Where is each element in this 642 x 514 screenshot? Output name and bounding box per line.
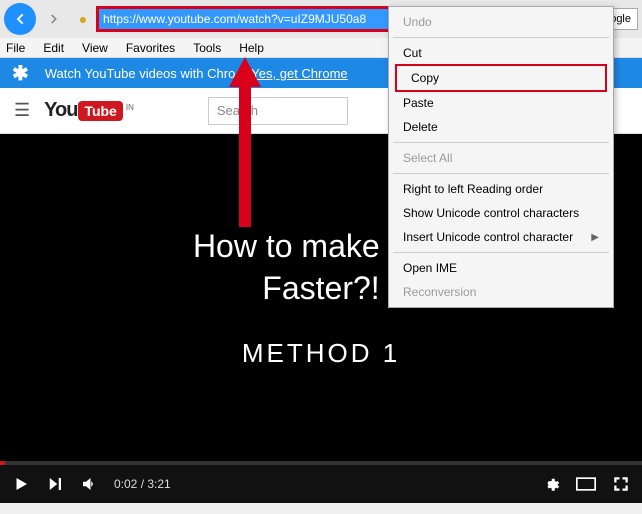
theater-icon[interactable]	[576, 477, 596, 491]
volume-icon[interactable]	[80, 475, 98, 493]
ctx-reconversion: Reconversion	[389, 280, 613, 304]
fullscreen-icon[interactable]	[612, 475, 630, 493]
ctx-cut[interactable]: Cut	[389, 41, 613, 65]
logo-region: IN	[126, 103, 134, 112]
ctx-undo: Undo	[389, 10, 613, 34]
menu-tools[interactable]: Tools	[193, 41, 221, 55]
youtube-logo[interactable]: You Tube IN	[44, 99, 134, 122]
play-icon[interactable]	[12, 475, 30, 493]
asterisk-icon: ✱	[12, 61, 29, 86]
menu-favorites[interactable]: Favorites	[126, 41, 175, 55]
page-favicon: ●	[72, 8, 94, 30]
ctx-select-all: Select All	[389, 146, 613, 170]
menu-edit[interactable]: Edit	[43, 41, 64, 55]
time-display: 0:02 / 3:21	[114, 477, 171, 491]
search-placeholder: Search	[217, 103, 258, 118]
ctx-separator	[393, 37, 609, 38]
menu-file[interactable]: File	[6, 41, 25, 55]
ctx-rtl[interactable]: Right to left Reading order	[389, 177, 613, 201]
progress-fill	[0, 461, 5, 465]
back-button[interactable]	[4, 3, 36, 35]
ctx-open-ime[interactable]: Open IME	[389, 256, 613, 280]
ctx-delete[interactable]: Delete	[389, 115, 613, 139]
submenu-arrow-icon: ▶	[591, 232, 599, 243]
search-input[interactable]: Search	[208, 97, 348, 125]
ctx-separator	[393, 252, 609, 253]
menu-view[interactable]: View	[82, 41, 108, 55]
menu-help[interactable]: Help	[239, 41, 264, 55]
video-progress-bar[interactable]	[0, 461, 642, 465]
context-menu: Undo Cut Copy Paste Delete Select All Ri…	[388, 6, 614, 308]
forward-button[interactable]	[38, 3, 70, 35]
ctx-insert-unicode[interactable]: Insert Unicode control character▶	[389, 225, 613, 249]
next-icon[interactable]	[46, 475, 64, 493]
ctx-paste[interactable]: Paste	[389, 91, 613, 115]
promo-link[interactable]: Yes, get Chrome	[251, 66, 347, 81]
ctx-copy[interactable]: Copy	[395, 64, 607, 92]
hamburger-icon[interactable]: ☰	[14, 100, 30, 121]
settings-icon[interactable]	[542, 475, 560, 493]
logo-tube: Tube	[78, 101, 122, 121]
ctx-show-unicode[interactable]: Show Unicode control characters	[389, 201, 613, 225]
video-controls: 0:02 / 3:21	[0, 465, 642, 503]
logo-you: You	[44, 99, 77, 122]
video-overlay-subtitle: METHOD 1	[242, 338, 400, 369]
promo-text: Watch YouTube videos with Chro	[45, 66, 236, 81]
ctx-separator	[393, 173, 609, 174]
url-text: https://www.youtube.com/watch?v=uIZ9MJU5…	[103, 12, 366, 26]
ctx-separator	[393, 142, 609, 143]
